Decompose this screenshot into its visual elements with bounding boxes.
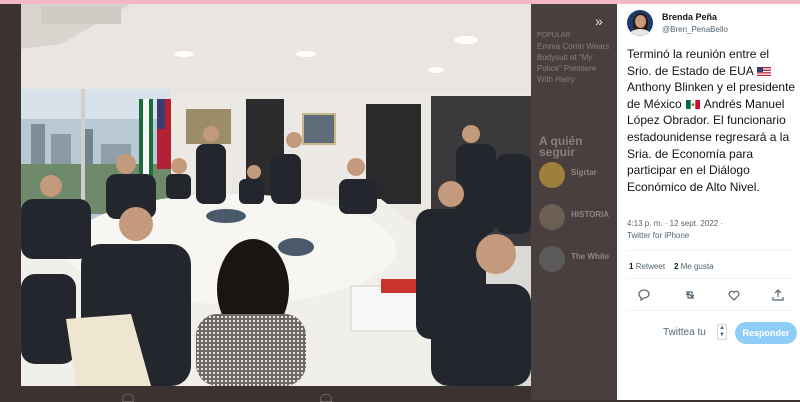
bg-item-text: Emma Corrin Wears Bodysuit at "My Police… [537,42,610,84]
mx-flag-icon [686,99,701,109]
display-name[interactable]: Brenda Peña [662,12,717,22]
user-handle[interactable]: @Bren_PenaBello [662,25,728,34]
like-count[interactable]: 2 [674,262,678,271]
tweet-text-part3: Andrés Manuel López Obrador. El funciona… [627,96,790,194]
retweet-icon[interactable] [683,288,697,302]
reply-prompt-label[interactable]: Twittea tu [663,327,706,338]
like-icon[interactable] [727,288,741,302]
share-icon[interactable] [771,288,785,302]
divider [627,250,793,251]
reply-icon[interactable] [122,394,134,402]
bg-avatar [539,204,565,230]
tweet-text: Terminó la reunión entre el Srio. de Est… [627,46,797,195]
tweet-source[interactable]: Twitter for iPhone [627,231,689,240]
retweet-count[interactable]: 1 [629,262,633,271]
reply-icon[interactable] [637,288,651,302]
bg-name: Sigrtar [571,168,597,177]
like-label[interactable]: Me gusta [681,262,714,271]
meeting-photo-illustration [21,4,531,386]
who-to-follow-heading: A quién seguir [539,134,583,159]
bg-avatar [539,246,565,272]
expand-icon[interactable]: » [588,12,610,30]
reply-audience-stepper[interactable]: ▲ ▼ [717,324,727,340]
us-flag-icon [757,66,772,76]
divider [627,310,793,311]
reply-button[interactable]: Responder [735,322,797,344]
like-icon[interactable] [320,394,332,402]
background-timeline: POPULAR Emma Corrin Wears Bodysuit at "M… [531,4,617,400]
bg-avatar [539,162,565,188]
divider [627,278,793,279]
bg-name: The White [571,252,610,261]
bg-name: HISTORIA [571,210,610,219]
tweet-detail-panel: Brenda Peña @Bren_PenaBello Terminó la r… [617,4,800,400]
tweet-photo[interactable] [21,4,531,386]
bg-item-label: POPULAR [537,32,571,39]
avatar[interactable] [627,10,653,36]
tweet-stats: 1 Retweet 2 Me gusta [629,262,714,271]
retweet-label[interactable]: Retweet [636,262,665,271]
tweet-text-part1: Terminó la reunión entre el Srio. de Est… [627,47,770,78]
tweet-actions [637,288,797,304]
tweet-timestamp[interactable]: 4:13 p. m. · 12 sept. 2022 · [627,219,723,228]
